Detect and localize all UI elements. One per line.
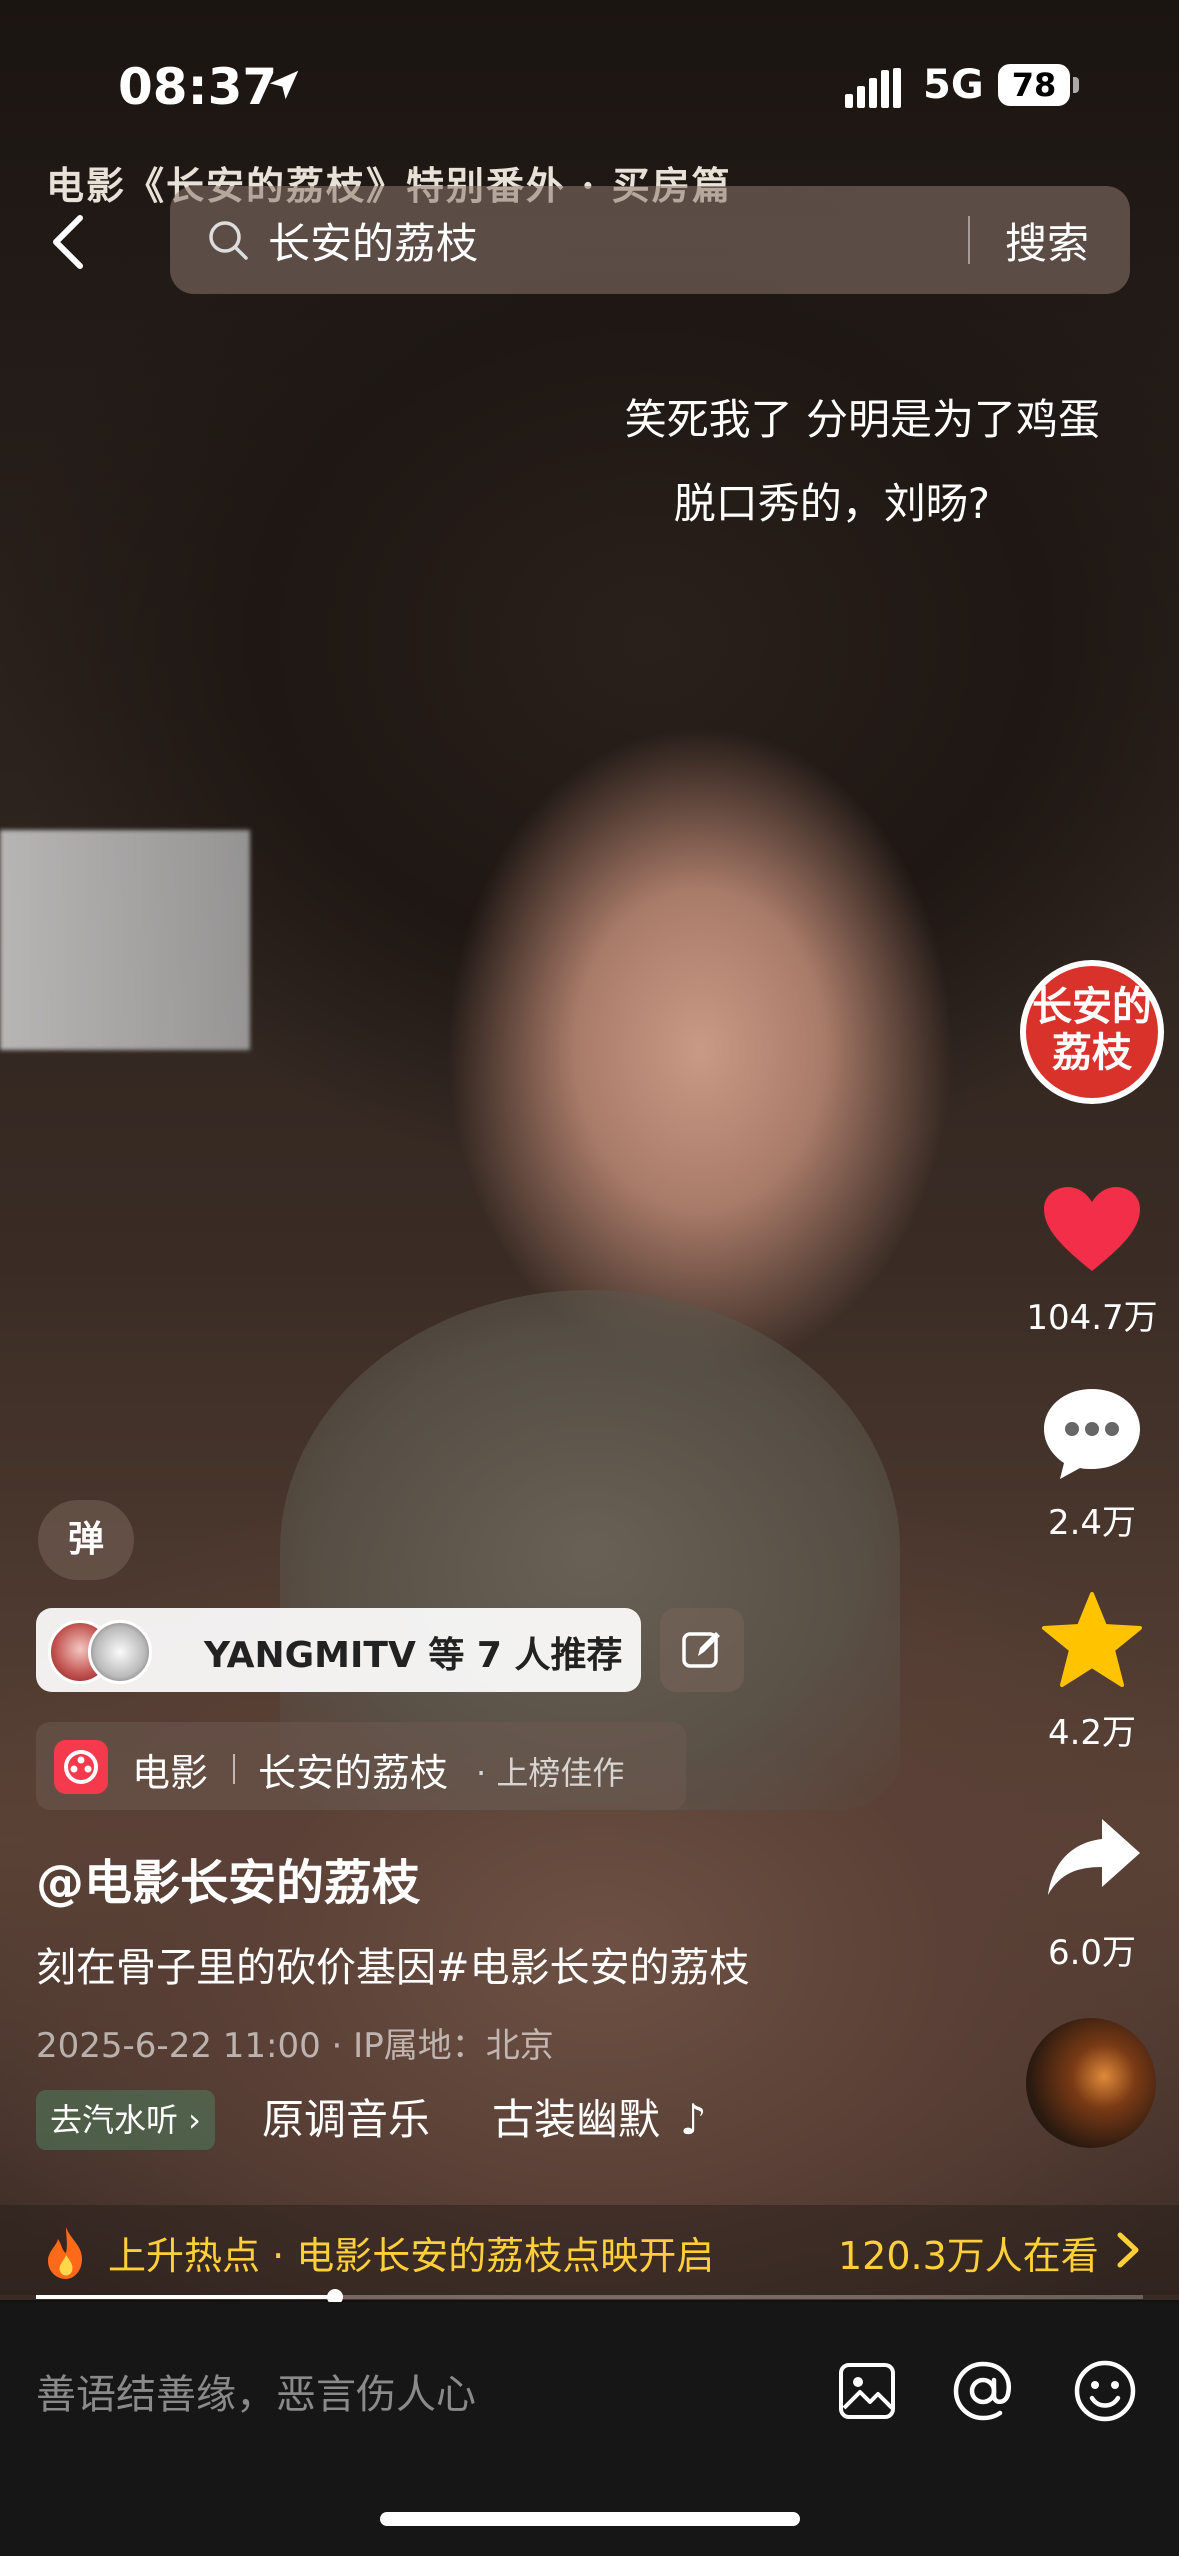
danmaku-toggle-button[interactable]: 弹 <box>38 1500 134 1580</box>
search-icon <box>209 221 248 260</box>
category-separator <box>233 1754 235 1784</box>
music-disc[interactable] <box>1026 2018 1156 2148</box>
heart-icon[interactable] <box>1042 1185 1142 1273</box>
film-reel-icon <box>64 1750 98 1784</box>
search-bar[interactable]: 长安的荔枝 搜索 <box>170 186 1130 294</box>
chevron-right-icon <box>1117 2232 1139 2268</box>
star-icon[interactable] <box>1040 1590 1144 1690</box>
progress-fill <box>36 2295 335 2299</box>
edit-recommend-button[interactable] <box>660 1608 744 1692</box>
search-button[interactable]: 搜索 <box>1005 210 1089 271</box>
recommend-text: YANGMITV 等 7 人推荐 <box>204 1635 623 1676</box>
comment-bubble-icon[interactable] <box>1040 1385 1144 1481</box>
video-subtitle: 笑死我了 分明是为了鸡蛋 脱口秀的，刘旸? <box>490 378 1170 546</box>
recommender-avatar <box>88 1620 152 1684</box>
mention-at-icon[interactable] <box>950 2358 1016 2424</box>
edit-pencil-icon <box>682 1632 720 1668</box>
screen: 08:37 5G 78 电影《长安的荔枝》特别番外 · 买房篇 长安的荔枝 搜索… <box>0 0 1179 2556</box>
home-indicator <box>380 2512 800 2526</box>
post-caption[interactable]: 刻在骨子里的砍价基因#电影长安的荔枝 <box>36 1935 750 1993</box>
viewer-count: 120.3万人在看 <box>838 2234 1099 2278</box>
trending-bar[interactable]: 上升热点 · 电影长安的荔枝点映开启 120.3万人在看 <box>0 2205 1179 2295</box>
share-arrow-icon[interactable] <box>1044 1815 1144 1901</box>
category-tag: · 上榜佳作 <box>476 1754 625 1792</box>
search-input[interactable]: 长安的荔枝 <box>268 210 478 271</box>
open-in-qishui-button[interactable]: 去汽水听 › <box>36 2090 215 2150</box>
category-chip[interactable]: 电影 长安的荔枝 · 上榜佳作 <box>36 1722 686 1810</box>
comment-count: 2.4万 <box>1047 1503 1137 1543</box>
location-arrow-icon <box>269 70 299 100</box>
subtitle-line-1: 笑死我了 分明是为了鸡蛋 <box>624 395 1100 444</box>
creator-avatar-logo: 长安的荔枝 <box>1026 966 1158 1098</box>
recommend-chip[interactable]: YANGMITV 等 7 人推荐 <box>36 1608 641 1692</box>
category-title: 长安的荔枝 <box>258 1751 449 1795</box>
back-chevron-icon[interactable] <box>44 212 94 272</box>
battery-tip <box>1073 77 1079 93</box>
category-name: 电影 <box>132 1751 209 1795</box>
author-name[interactable]: @电影长安的荔枝 <box>36 1843 420 1913</box>
trending-text: 上升热点 · 电影长安的荔枝点映开启 <box>108 2234 715 2278</box>
share-count: 6.0万 <box>1047 1933 1137 1973</box>
favorite-count: 4.2万 <box>1047 1713 1137 1753</box>
battery-icon: 78 <box>998 64 1070 106</box>
emoji-icon[interactable] <box>1072 2358 1138 2424</box>
video-progress-bar[interactable] <box>36 2289 1143 2305</box>
music-note-icon: ♪ <box>680 2095 707 2144</box>
movie-category-icon <box>54 1740 108 1794</box>
music-title[interactable]: 原调音乐 <box>262 2090 430 2150</box>
post-meta: 2025-6-22 11:00 · IP属地：北京 <box>36 2026 554 2066</box>
search-divider <box>968 216 970 264</box>
subtitle-line-2: 脱口秀的，刘旸? <box>673 479 990 528</box>
music-tag[interactable]: 古装幽默 <box>492 2090 660 2150</box>
creator-avatar[interactable]: 长安的荔枝 <box>1020 960 1164 1104</box>
flame-icon <box>48 2227 82 2279</box>
like-count: 104.7万 <box>1026 1298 1158 1338</box>
image-icon[interactable] <box>836 2360 898 2422</box>
cellular-signal-icon <box>845 68 901 108</box>
network-type: 5G <box>923 62 984 108</box>
comment-input[interactable]: 善语结善缘，恶言伤人心 <box>36 2362 476 2420</box>
status-time: 08:37 <box>118 58 278 116</box>
background-window <box>0 830 250 1050</box>
